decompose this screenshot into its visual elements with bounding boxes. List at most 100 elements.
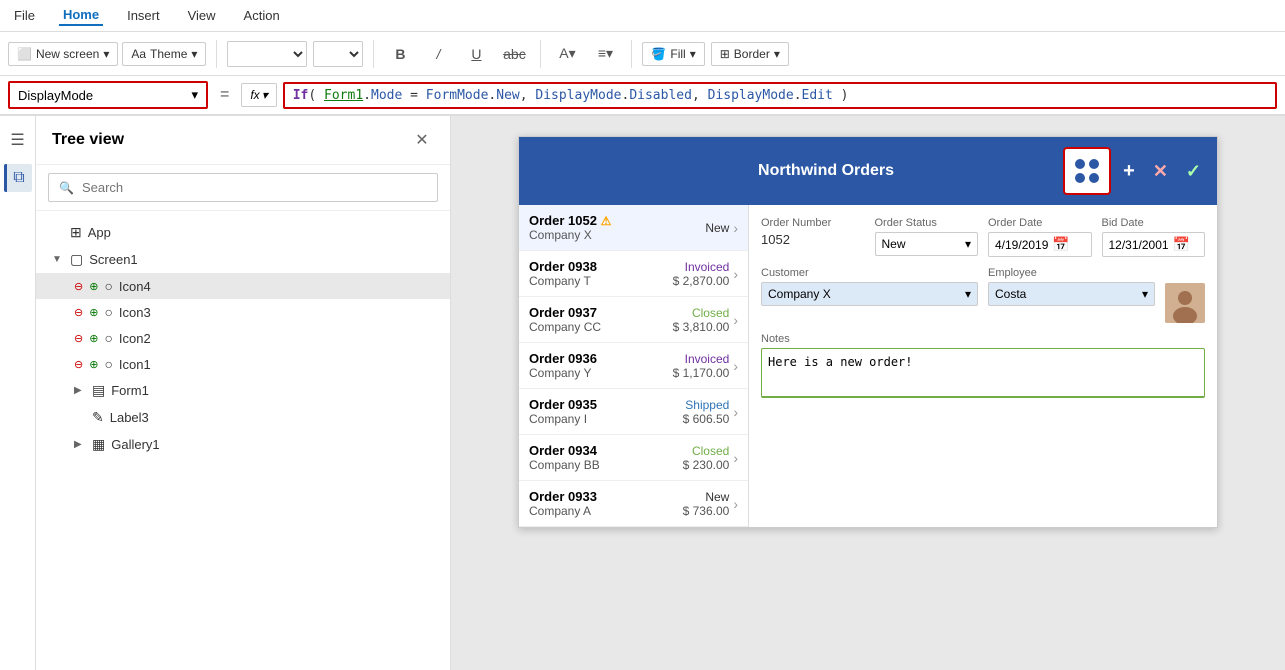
dot3 (1075, 173, 1085, 183)
order-status-5: Closed (683, 444, 730, 458)
tree-label-app: App (88, 225, 434, 240)
formula-input[interactable]: If( Form1.Mode = FormMode.New, DisplayMo… (283, 82, 1277, 109)
order-status-select[interactable]: New ▾ (875, 232, 979, 256)
employee-select[interactable]: Costa ▾ (988, 282, 1155, 306)
fill-button[interactable]: 🪣 Fill ▾ (642, 42, 704, 66)
order-amount-6: $ 736.00 (683, 504, 730, 518)
fill-dropdown-icon: ▾ (690, 47, 696, 61)
menu-home[interactable]: Home (59, 5, 103, 26)
bid-date-input[interactable]: 12/31/2001 📅 (1102, 232, 1206, 257)
border-button[interactable]: ⊞ Border ▾ (711, 42, 789, 66)
font-size-select[interactable] (313, 41, 363, 67)
del-icon1: ⊖ (74, 358, 83, 371)
order-company-2: Company CC (529, 320, 669, 334)
screen-icon: ▢ (70, 251, 83, 268)
gallery1-icon: ▦ (92, 436, 105, 453)
field-customer: Customer Company X ▾ (761, 267, 978, 323)
tree-item-app[interactable]: ⊞ App (36, 219, 450, 246)
app-body: Order 1052 ⚠ Company X New › (519, 205, 1217, 527)
add-icon1: ⊕ (89, 358, 98, 371)
ribbon-sep3 (540, 40, 541, 68)
fx-button[interactable]: fx ▾ (241, 83, 276, 107)
ribbon-sep4 (631, 40, 632, 68)
italic-button[interactable]: / (422, 38, 454, 70)
notes-label: Notes (761, 333, 1205, 345)
ribbon-bar: ⬜ New screen ▾ Aa Theme ▾ B / U abc A▾ ≡… (0, 32, 1285, 76)
font-color-button[interactable]: A▾ (551, 38, 583, 70)
order-amount-2: $ 3,810.00 (673, 320, 730, 334)
tree-item-icon2[interactable]: ⊖ ⊕ ○ Icon2 (36, 325, 450, 351)
order-date-calendar-icon[interactable]: 📅 (1052, 236, 1084, 253)
tree-item-label3[interactable]: ✎ Label3 (36, 404, 450, 431)
sidebar-close-button[interactable]: ✕ (410, 128, 434, 152)
order-item-3[interactable]: Order 0936 Company Y Invoiced $ 1,170.00… (519, 343, 748, 389)
order-info-3: Order 0936 Company Y (529, 351, 669, 380)
new-screen-button[interactable]: ⬜ New screen ▾ (8, 42, 118, 66)
icon4-icon: ○ (104, 278, 112, 294)
sidebar-title: Tree view (52, 131, 402, 149)
theme-icon: Aa (131, 47, 146, 61)
dropdown-arrow-icon: ▾ (103, 47, 109, 61)
align-button[interactable]: ≡▾ (589, 38, 621, 70)
employee-dropdown-icon: ▾ (1142, 287, 1148, 301)
order-item-4[interactable]: Order 0935 Company I Shipped $ 606.50 › (519, 389, 748, 435)
underline-button[interactable]: U (460, 38, 492, 70)
layers-icon[interactable]: ⧉ (4, 164, 32, 192)
bid-date-calendar-icon[interactable]: 📅 (1173, 236, 1198, 253)
order-company-3: Company Y (529, 366, 669, 380)
chevron-0: › (733, 220, 738, 236)
font-family-select[interactable] (227, 41, 307, 67)
tree-label-icon3: Icon3 (119, 305, 434, 320)
search-input[interactable] (82, 180, 427, 195)
sidebar-header: Tree view ✕ (36, 116, 450, 165)
order-item-0[interactable]: Order 1052 ⚠ Company X New › (519, 205, 748, 251)
hamburger-icon[interactable]: ☰ (4, 126, 32, 154)
customer-select[interactable]: Company X ▾ (761, 282, 978, 306)
field-employee: Employee Costa ▾ (988, 267, 1155, 306)
order-amount-4: $ 606.50 (683, 412, 730, 426)
dropdown-arrow-icon2: ▾ (191, 47, 197, 61)
order-number-5: Order 0934 (529, 443, 679, 458)
order-status-6: New (683, 490, 730, 504)
label3-icon: ✎ (92, 409, 104, 426)
tree-item-icon1[interactable]: ⊖ ⊕ ○ Icon1 (36, 351, 450, 377)
menu-action[interactable]: Action (240, 6, 284, 25)
order-item-1[interactable]: Order 0938 Company T Invoiced $ 2,870.00… (519, 251, 748, 297)
add-order-button[interactable]: + (1117, 156, 1141, 187)
cancel-order-button[interactable]: ✕ (1147, 157, 1174, 186)
dot2 (1089, 159, 1099, 169)
order-status-2: Closed (673, 306, 730, 320)
status-dropdown-icon: ▾ (965, 237, 971, 251)
icon-cluster[interactable] (1063, 147, 1111, 195)
ribbon-group-screen: ⬜ New screen ▾ Aa Theme ▾ (8, 42, 206, 66)
notes-textarea[interactable] (761, 348, 1205, 398)
name-box-dropdown-icon: ▾ (191, 87, 198, 103)
bold-button[interactable]: B (384, 38, 416, 70)
app-preview: Northwind Orders + ✕ ✓ (518, 136, 1218, 528)
name-box[interactable]: DisplayMode ▾ (8, 81, 208, 109)
order-item-2[interactable]: Order 0937 Company CC Closed $ 3,810.00 … (519, 297, 748, 343)
form-row-3: Notes (761, 333, 1205, 401)
tree-label-gallery1: Gallery1 (111, 437, 434, 452)
order-info-1: Order 0938 Company T (529, 259, 669, 288)
menu-view[interactable]: View (184, 6, 220, 25)
app-icon: ⊞ (70, 224, 82, 241)
border-icon: ⊞ (720, 47, 730, 61)
tree-item-gallery1[interactable]: ▶ ▦ Gallery1 (36, 431, 450, 458)
tree-item-screen1[interactable]: ▼ ▢ Screen1 (36, 246, 450, 273)
order-item-5[interactable]: Order 0934 Company BB Closed $ 230.00 › (519, 435, 748, 481)
main-layout: ☰ ⧉ Tree view ✕ 🔍 ⊞ App ▼ ▢ Scree (0, 116, 1285, 670)
strikethrough-button[interactable]: abc (498, 38, 530, 70)
theme-button[interactable]: Aa Theme ▾ (122, 42, 206, 66)
menu-file[interactable]: File (10, 6, 39, 25)
order-item-6[interactable]: Order 0933 Company A New $ 736.00 › (519, 481, 748, 527)
equals-sign: = (214, 86, 235, 104)
tree-item-icon4[interactable]: ⊖ ⊕ ○ Icon4 (36, 273, 450, 299)
tree-item-icon3[interactable]: ⊖ ⊕ ○ Icon3 (36, 299, 450, 325)
tree-item-form1[interactable]: ▶ ▤ Form1 (36, 377, 450, 404)
tree-label-label3: Label3 (110, 410, 434, 425)
order-date-input[interactable]: 4/19/2019 📅 (988, 232, 1092, 257)
save-order-button[interactable]: ✓ (1180, 157, 1207, 186)
menu-insert[interactable]: Insert (123, 6, 164, 25)
app-header: Northwind Orders + ✕ ✓ (519, 137, 1217, 205)
